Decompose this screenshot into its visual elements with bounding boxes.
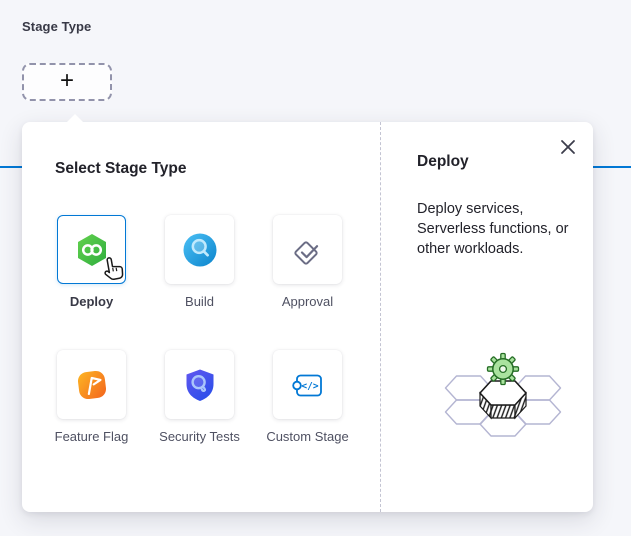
- select-stage-type-popover: Select Stage Type Deploy: [22, 122, 593, 512]
- stage-cell-approval: Approval: [273, 215, 342, 310]
- stage-type-grid: Deploy Build: [57, 215, 342, 445]
- stage-detail-panel: Deploy Deploy services, Serverless funct…: [380, 122, 593, 512]
- stage-label: Security Tests: [144, 428, 256, 445]
- stage-cell-custom-stage: </> Custom Stage: [273, 350, 342, 445]
- stage-label: Custom Stage: [252, 428, 364, 445]
- code-glyph: </>: [301, 381, 318, 392]
- stage-card-approval[interactable]: [273, 215, 342, 284]
- feature-flag-icon: [74, 367, 110, 403]
- close-button[interactable]: [556, 135, 580, 159]
- detail-description: Deploy services, Serverless functions, o…: [417, 199, 569, 259]
- plus-icon: +: [60, 69, 74, 93]
- hand-cursor-icon: [98, 253, 130, 286]
- stage-label: Build: [144, 293, 256, 310]
- stage-builder-canvas: Stage Type + Select Stage Type Deploy: [0, 0, 631, 536]
- stage-card-security-tests[interactable]: [165, 350, 234, 419]
- stage-cell-security-tests: Security Tests: [165, 350, 234, 445]
- stage-card-feature-flag[interactable]: [57, 350, 126, 419]
- ci-magnifier-circle-icon: [182, 232, 218, 268]
- stage-card-custom-stage[interactable]: </>: [273, 350, 342, 419]
- stage-label: Approval: [252, 293, 364, 310]
- approval-check-diamond-icon: [290, 232, 326, 268]
- gear-icon: [488, 354, 519, 385]
- hexagon-platform-gear-illustration: [425, 344, 583, 462]
- popover-caret: [66, 114, 84, 123]
- stage-cell-feature-flag: Feature Flag: [57, 350, 126, 445]
- stage-label: Feature Flag: [36, 428, 148, 445]
- security-shield-magnifier-icon: [182, 367, 218, 403]
- stage-cell-build: Build: [165, 215, 234, 310]
- custom-stage-code-icon: </>: [289, 366, 327, 404]
- stage-label: Deploy: [36, 293, 148, 310]
- stage-card-build[interactable]: [165, 215, 234, 284]
- popover-title: Select Stage Type: [55, 160, 187, 178]
- add-stage-button[interactable]: +: [22, 63, 112, 101]
- stage-type-label: Stage Type: [22, 19, 91, 34]
- close-icon: [560, 139, 576, 155]
